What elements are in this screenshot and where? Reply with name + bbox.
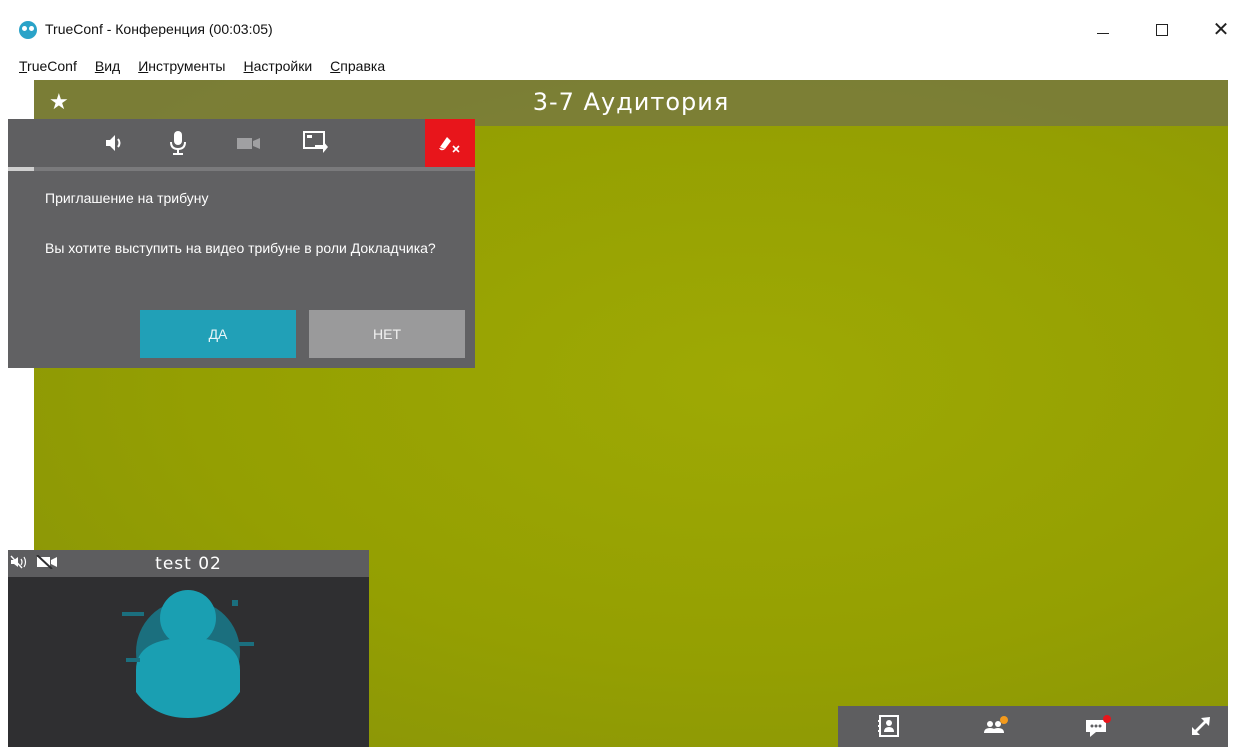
- no-button[interactable]: НЕТ: [309, 310, 465, 358]
- minimize-icon: [1097, 32, 1109, 34]
- contacts-button[interactable]: [874, 711, 904, 741]
- menu-item-view[interactable]: Вид: [86, 58, 129, 78]
- camera-off-icon: [237, 138, 260, 149]
- conference-title: 3-7 Аудитория: [532, 88, 730, 116]
- dialog-message: Вы хотите выступить на видео трибуне в р…: [45, 240, 436, 256]
- user-avatar-icon: [122, 590, 254, 718]
- participants-icon: [984, 716, 1008, 733]
- menu-item-trueconf-rest: rueConf: [27, 58, 77, 74]
- hang-up-icon: [439, 137, 460, 153]
- trueconf-logo-icon: [19, 21, 37, 39]
- yes-button[interactable]: ДА: [140, 310, 296, 358]
- chat-icon: [1086, 715, 1111, 737]
- microphone-button[interactable]: [161, 126, 195, 160]
- camera-button[interactable]: [232, 126, 266, 160]
- menu-item-help[interactable]: Справка: [321, 58, 394, 78]
- menu-bar: TrueConf Вид Инструменты Настройки Справ…: [10, 58, 394, 78]
- chat-button[interactable]: [1084, 711, 1114, 741]
- left-strip: [8, 368, 34, 550]
- self-view-name: test 02: [155, 554, 222, 574]
- menu-item-trueconf[interactable]: TrueConf: [10, 58, 86, 78]
- participants-button[interactable]: [982, 711, 1012, 741]
- dialog-title: Приглашение на трибуну: [45, 190, 209, 206]
- maximize-button[interactable]: [1139, 16, 1185, 44]
- window-title: TrueConf - Конференция (00:03:05): [45, 21, 273, 37]
- minimize-button[interactable]: [1080, 16, 1126, 44]
- menu-item-tools[interactable]: Инструменты: [129, 58, 234, 78]
- screen-share-icon: [303, 131, 328, 153]
- contacts-icon: [878, 715, 899, 737]
- speaker-icon: [106, 135, 121, 151]
- speaker-button[interactable]: [97, 126, 131, 160]
- screen-share-button[interactable]: [299, 126, 333, 160]
- close-icon: ✕: [1212, 19, 1230, 41]
- hang-up-button[interactable]: [425, 119, 475, 167]
- maximize-icon: [1156, 24, 1168, 36]
- microphone-icon: [170, 131, 186, 155]
- close-button[interactable]: ✕: [1198, 16, 1244, 44]
- fullscreen-button[interactable]: [1186, 711, 1216, 741]
- menu-item-settings[interactable]: Настройки: [235, 58, 322, 78]
- fullscreen-icon: [1192, 717, 1210, 735]
